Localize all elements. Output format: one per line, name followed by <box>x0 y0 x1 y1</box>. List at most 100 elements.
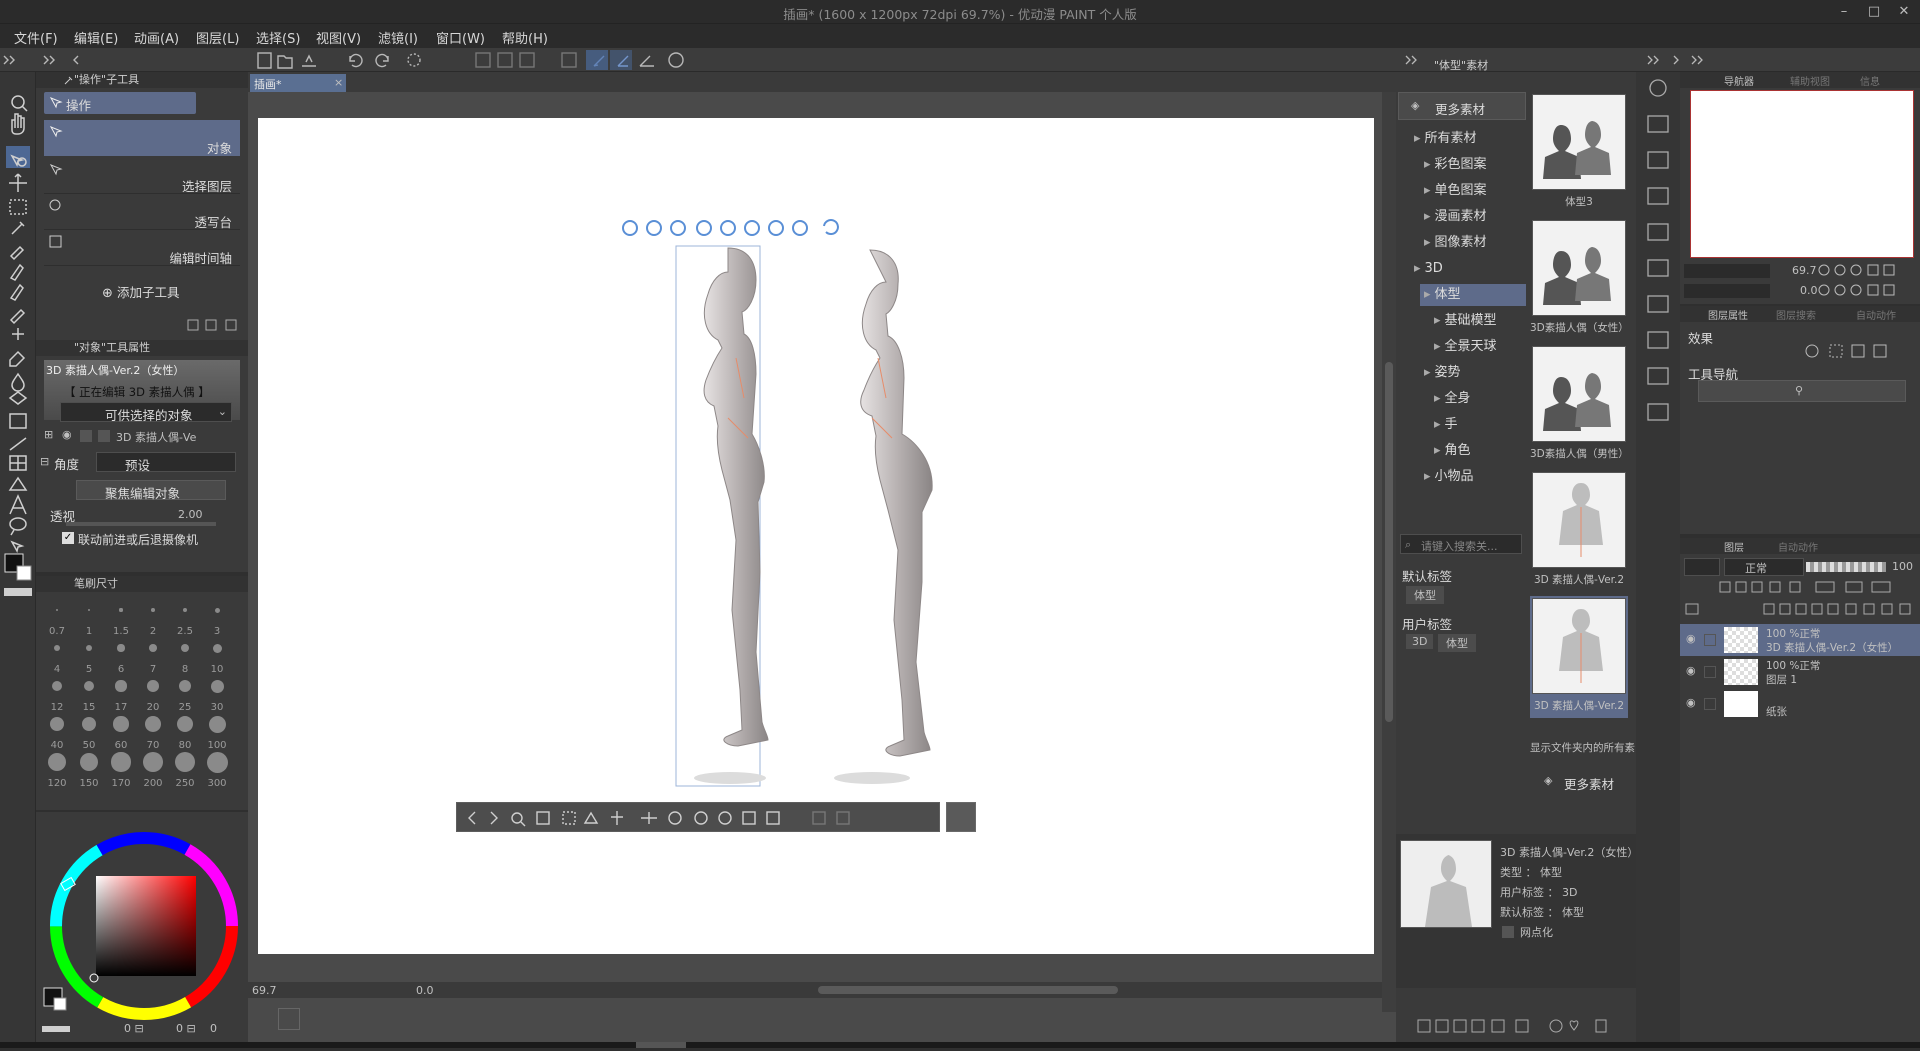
subtool-item-timeline[interactable]: 编辑时间轴 <box>44 230 240 266</box>
material-search-input[interactable]: ⌕ 请键入搜索关... <box>1400 534 1522 554</box>
material-thumbnail[interactable]: 3D素描人偶（男性） <box>1530 344 1629 466</box>
material-thumbnail[interactable]: 3D素描人偶（女性） <box>1530 218 1629 340</box>
navigator-preview[interactable] <box>1690 90 1914 258</box>
material-tree-item[interactable]: ▸ 手 <box>1430 414 1526 436</box>
object-launcher[interactable] <box>456 802 940 832</box>
brush-size-option[interactable]: 7 <box>138 634 168 675</box>
material-tree-item[interactable]: ▸ 图像素材 <box>1420 232 1526 254</box>
command-bar-icons[interactable] <box>0 48 1920 72</box>
brush-size-option[interactable]: 120 <box>42 748 72 789</box>
tab-layer[interactable]: 图层 <box>1724 539 1744 554</box>
collapse-icon[interactable]: ⊟ <box>40 455 49 468</box>
perspective-slider[interactable] <box>66 522 216 526</box>
tool-icons[interactable] <box>0 72 36 712</box>
brush-size-option[interactable]: 170 <box>106 748 136 789</box>
material-thumbnail[interactable]: 体型3 <box>1530 92 1628 214</box>
brush-size-option[interactable]: 4 <box>42 634 72 675</box>
material-tree-item[interactable]: ▸ 所有素材 <box>1410 128 1526 150</box>
brush-size-option[interactable]: 100 <box>202 710 232 751</box>
taskbar-indicator[interactable] <box>636 1042 686 1048</box>
close-button[interactable]: ✕ <box>1890 1 1918 23</box>
add-subtool-button[interactable]: ⊕ 添加子工具 <box>102 282 180 301</box>
brush-size-option[interactable]: 17 <box>106 672 136 713</box>
lock-box[interactable] <box>80 430 92 442</box>
menu-animation[interactable]: 动画(A) <box>134 28 179 47</box>
horizontal-scroll-thumb[interactable] <box>818 986 1118 994</box>
eye-icon[interactable]: ◉ <box>1686 696 1696 709</box>
menu-select[interactable]: 选择(S) <box>256 28 300 47</box>
brush-size-option[interactable]: 70 <box>138 710 168 751</box>
layer-edit-toggle[interactable] <box>1704 698 1716 710</box>
menu-filter[interactable]: 滤镜(I) <box>378 28 418 47</box>
more-materials-bottom-button[interactable]: ◈ 更多素材 <box>1530 768 1630 796</box>
layer-toolbar-icons[interactable] <box>1680 578 1920 622</box>
minimize-button[interactable]: – <box>1830 1 1858 23</box>
eye-icon[interactable]: ◉ <box>1686 632 1696 645</box>
material-thumbnail[interactable]: 3D 素描人偶-Ver.2 <box>1530 596 1628 718</box>
eye-icon[interactable]: ◉ <box>62 428 72 441</box>
brush-size-option[interactable]: 5 <box>74 634 104 675</box>
material-tree-item[interactable]: ▸ 彩色图案 <box>1420 154 1526 176</box>
dot-checkbox[interactable] <box>1502 926 1514 938</box>
user-tag-body[interactable]: 体型 <box>1438 634 1476 652</box>
brush-size-option[interactable]: 15 <box>74 672 104 713</box>
brush-size-option[interactable]: 200 <box>138 748 168 789</box>
layer-row[interactable]: ◉ 100 %正常 图层 1 <box>1680 656 1920 688</box>
launcher-pose-button[interactable] <box>946 802 976 832</box>
material-tree-item[interactable]: ▸ 体型 <box>1420 284 1526 306</box>
user-tag-3d[interactable]: 3D <box>1406 634 1434 649</box>
material-footer-icons[interactable] <box>1416 1016 1636 1036</box>
tab-layer-auto[interactable]: 自动动作 <box>1778 539 1818 554</box>
menu-file[interactable]: 文件(F) <box>14 28 58 47</box>
angle-slider[interactable] <box>1684 284 1770 298</box>
status-angle[interactable]: 0.0 <box>416 984 434 997</box>
brush-size-option[interactable]: 300 <box>202 748 232 789</box>
brush-size-option[interactable]: 30 <box>202 672 232 713</box>
brush-size-option[interactable]: 10 <box>202 634 232 675</box>
brush-size-option[interactable]: 1.5 <box>106 596 136 637</box>
show-all-label[interactable]: 显示文件夹内的所有素 <box>1530 740 1635 755</box>
subtool-item-select-layer[interactable]: 选择图层 <box>44 158 240 194</box>
brush-size-option[interactable]: 2.5 <box>170 596 200 637</box>
brush-size-option[interactable]: 25 <box>170 672 200 713</box>
brush-size-option[interactable]: 40 <box>42 710 72 751</box>
material-thumbnail[interactable]: 3D 素描人偶-Ver.2 <box>1530 470 1628 592</box>
subtool-item-object[interactable]: 对象 <box>44 120 240 156</box>
brush-size-option[interactable]: 8 <box>170 634 200 675</box>
layer-edit-toggle[interactable] <box>1704 634 1716 646</box>
material-tree-item[interactable]: ▸ 基础模型 <box>1430 310 1526 332</box>
material-tree-item[interactable]: ▸ 3D <box>1410 258 1526 280</box>
camera-checkbox[interactable]: ✓ <box>62 532 74 544</box>
brush-size-option[interactable]: 6 <box>106 634 136 675</box>
brush-size-option[interactable]: 50 <box>74 710 104 751</box>
launcher-icons[interactable] <box>457 803 941 833</box>
expand-icon[interactable]: ⊞ <box>44 428 53 441</box>
layer-edit-toggle[interactable] <box>1704 666 1716 678</box>
zoom-slider[interactable] <box>1684 264 1770 278</box>
menu-view[interactable]: 视图(V) <box>316 28 361 47</box>
object-list-row[interactable]: ⊞ ◉ 3D 素描人偶-Ve <box>44 426 240 446</box>
eye-icon[interactable]: ◉ <box>1686 664 1696 677</box>
brush-size-option[interactable]: 150 <box>74 748 104 789</box>
tab-navigator[interactable]: 导航器 <box>1724 73 1754 88</box>
material-tree-item[interactable]: ▸ 漫画素材 <box>1420 206 1526 228</box>
tab-sub-view[interactable]: 辅助视图 <box>1790 73 1830 88</box>
brush-size-option[interactable]: 3 <box>202 596 232 637</box>
focus-edit-button[interactable]: 聚焦编辑对象 <box>76 480 226 501</box>
color-wheel[interactable] <box>36 812 248 1048</box>
navigator-angle[interactable]: 0.0 <box>1800 284 1818 297</box>
close-tab-icon[interactable]: × <box>334 76 343 89</box>
vertical-scroll-thumb[interactable] <box>1385 362 1393 722</box>
tool-nav-button[interactable]: ⚲ <box>1698 380 1906 402</box>
brush-size-option[interactable]: 1 <box>74 596 104 637</box>
brush-size-option[interactable]: 250 <box>170 748 200 789</box>
material-tree-item[interactable]: ▸ 全景天球 <box>1430 336 1526 358</box>
menu-edit[interactable]: 编辑(E) <box>74 28 118 47</box>
tab-info[interactable]: 信息 <box>1860 73 1880 88</box>
material-tree-item[interactable]: ▸ 小物品 <box>1420 466 1526 488</box>
opacity-value[interactable]: 100 <box>1892 560 1913 573</box>
menu-layer[interactable]: 图层(L) <box>196 28 239 47</box>
navigator-zoom[interactable]: 69.7 <box>1792 264 1817 277</box>
material-tree-item[interactable]: ▸ 角色 <box>1430 440 1526 462</box>
layer-row[interactable]: ◉ 纸张 <box>1680 688 1920 720</box>
